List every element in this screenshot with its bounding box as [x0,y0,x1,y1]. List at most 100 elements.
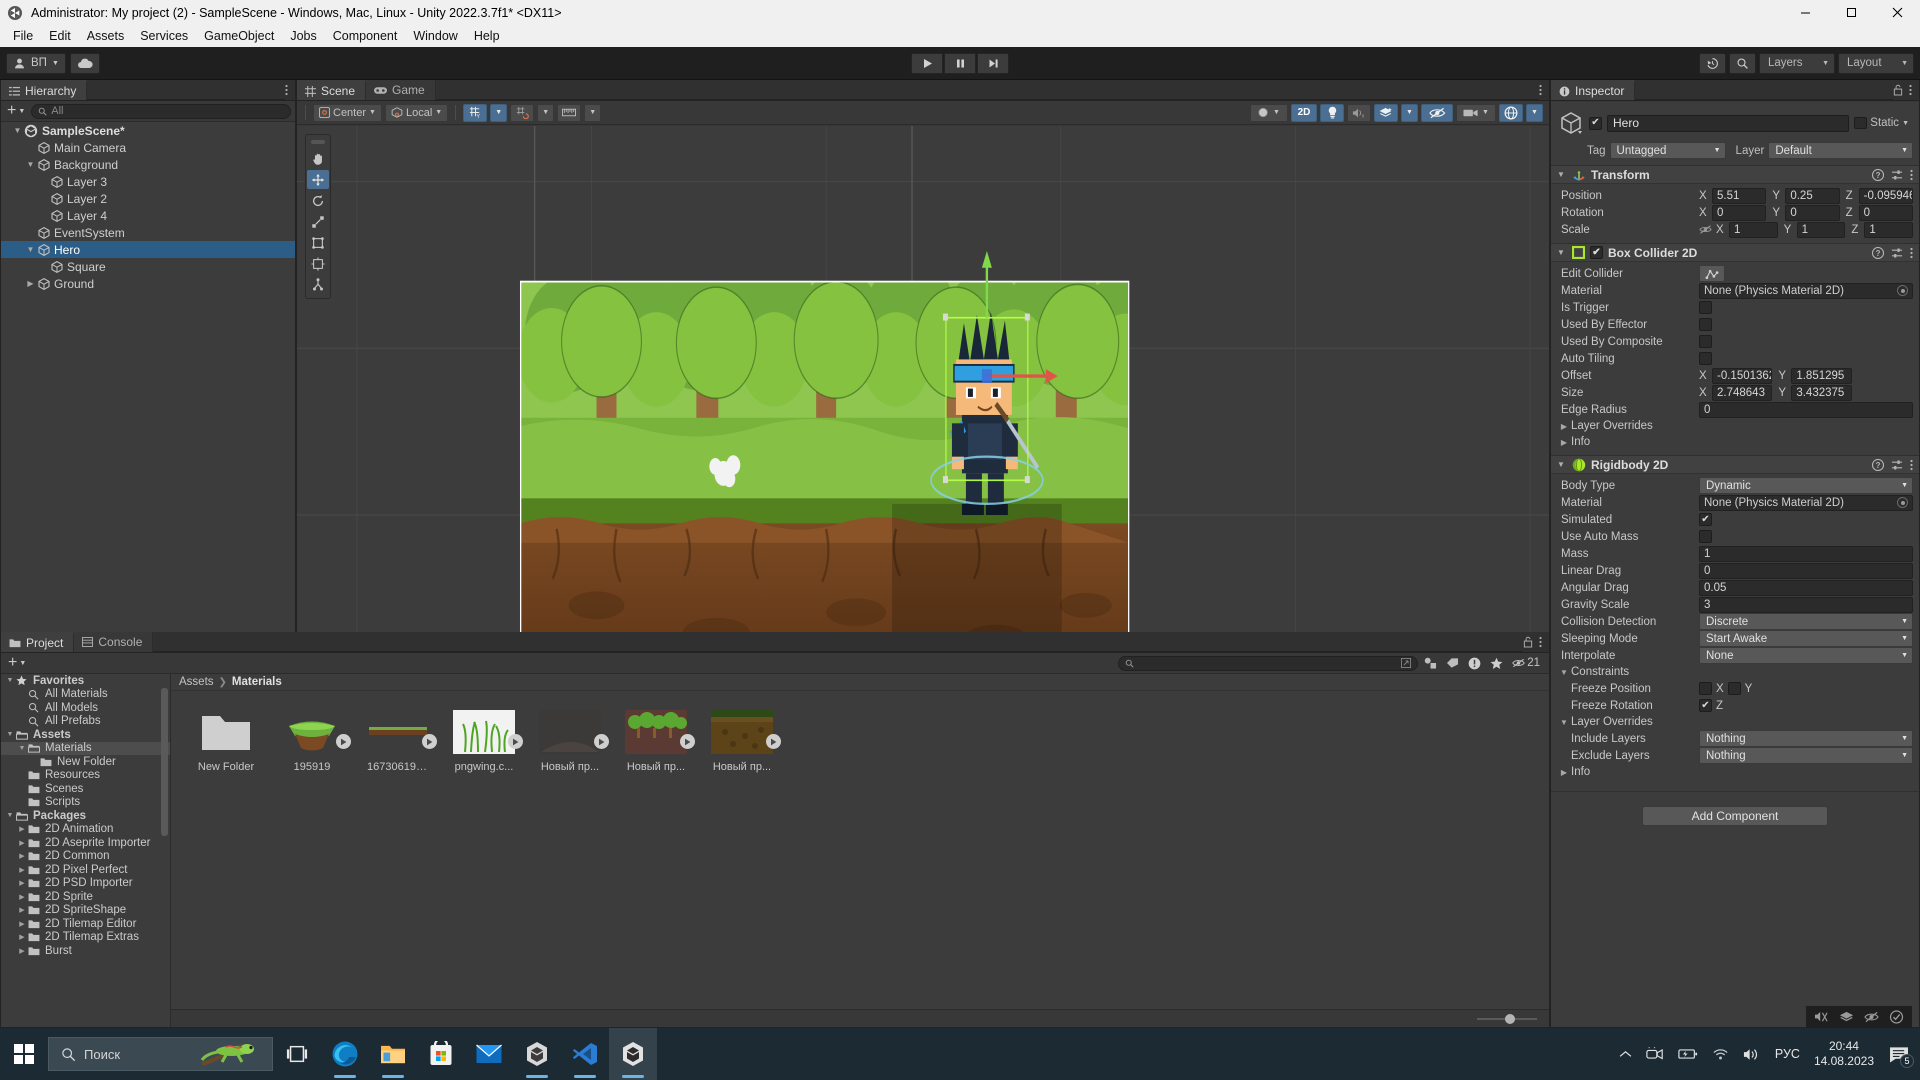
project-tree-item-2d-tilemap-editor[interactable]: ▶ 2D Tilemap Editor [1,917,170,931]
scene-lighting-toggle[interactable] [1320,103,1344,122]
custom-tool-button[interactable] [307,275,329,294]
create-gameobject-button[interactable]: + ▼ [5,103,27,119]
text-input[interactable]: 3 [1699,596,1913,613]
project-tree-item-burst[interactable]: ▶ Burst [1,944,170,958]
expand-arrow[interactable]: ▶ [16,852,28,860]
vscode-taskbar-icon[interactable] [561,1028,609,1080]
project-tree-item-2d-pixel-perfect[interactable]: ▶ 2D Pixel Perfect [1,863,170,877]
search-button[interactable] [1729,52,1756,74]
project-tree-item-2d-aseprite-importer[interactable]: ▶ 2D Aseprite Importer [1,836,170,850]
foldout-layer-overrides[interactable]: ▶ Layer Overrides [1557,418,1913,434]
edit-collider-button[interactable] [1699,265,1725,282]
hand-tool-button[interactable] [307,149,329,168]
palette-drag-handle[interactable] [311,140,325,144]
axis-y-input[interactable]: 0 [1785,204,1840,221]
mute-audio-icon[interactable] [1814,1010,1829,1024]
expand-arrow[interactable]: ▼ [4,677,16,684]
component-header-rigidbody-2d[interactable]: ▼ Rigidbody 2D ? [1551,455,1919,474]
hierarchy-item-square[interactable]: Square [1,258,295,275]
expand-arrow[interactable]: ▼ [11,126,24,135]
axis-z-input[interactable]: -0.0959460 [1858,187,1913,204]
dropdown[interactable]: Discrete ▼ [1699,613,1913,630]
transform-tool-button[interactable] [307,254,329,273]
axis-x-input[interactable]: -0.1501362 [1712,367,1773,384]
menu-gameobject[interactable]: GameObject [196,27,282,45]
tab-inspector[interactable]: Inspector [1551,80,1636,100]
expand-arrow[interactable]: ▼ [24,245,37,254]
expand-arrow[interactable]: ▶ [16,839,28,847]
play-preview-badge[interactable] [766,734,781,749]
foldout-constraints[interactable]: ▼ Constraints [1557,664,1913,680]
notification-center-button[interactable]: 5 [1888,1043,1914,1068]
camera-settings-button[interactable]: ▼ [1456,103,1496,122]
hidden-objects-icon[interactable] [1864,1010,1879,1024]
expand-arrow[interactable]: ▼ [4,812,16,819]
task-view-button[interactable] [273,1028,321,1080]
breadcrumb-materials[interactable]: Materials [232,676,282,688]
expand-arrow[interactable]: ▶ [16,866,28,874]
axis-z-input[interactable]: 1 [1864,221,1914,238]
layer-dropdown[interactable]: Default ▼ [1768,142,1913,159]
rect-tool-button[interactable] [307,233,329,252]
hierarchy-search-input[interactable]: All [31,103,291,119]
account-button[interactable]: ВП ▼ [6,52,66,74]
hierarchy-item-eventsystem[interactable]: EventSystem [1,224,295,241]
object-picker-icon[interactable] [1897,497,1908,508]
thumbnail-size-slider[interactable] [1477,1013,1537,1024]
expand-arrow[interactable]: ▼ [16,745,28,752]
component-foldout[interactable]: ▼ [1557,248,1567,257]
project-tree-item-all-materials[interactable]: All Materials [1,688,170,702]
play-preview-badge[interactable] [508,734,523,749]
dropdown[interactable]: Start Awake ▼ [1699,630,1913,647]
undo-history-button[interactable] [1699,52,1726,74]
dropdown[interactable]: Nothing ▼ [1699,730,1913,747]
breadcrumb-assets[interactable]: Assets [179,676,214,688]
layers-stack-icon[interactable] [1839,1010,1854,1024]
play-preview-badge[interactable] [680,734,695,749]
expand-arrow[interactable]: ▼ [24,160,37,169]
help-icon[interactable]: ? [1872,458,1884,471]
expand-arrow[interactable]: ▶ [24,279,37,288]
help-icon[interactable]: ? [1872,168,1884,181]
inspector-tab-menu[interactable] [1893,80,1919,100]
project-tree-scrollbar[interactable] [160,676,169,1025]
component-enabled-checkbox[interactable] [1590,246,1603,259]
play-button[interactable] [911,52,943,74]
volume-icon[interactable] [1743,1047,1761,1062]
project-tree-item-all-prefabs[interactable]: All Prefabs [1,715,170,729]
freeze-position-y-checkbox[interactable] [1727,682,1741,695]
project-tree-item-2d-common[interactable]: ▶ 2D Common [1,850,170,864]
minimize-button[interactable] [1782,0,1828,25]
hierarchy-item-background[interactable]: ▼ Background [1,156,295,173]
text-input[interactable]: 1 [1699,545,1913,562]
axis-x-input[interactable]: 0 [1712,204,1767,221]
menu-window[interactable]: Window [405,27,465,45]
expand-arrow[interactable]: ▶ [16,933,28,941]
text-input[interactable]: 0 [1699,401,1913,418]
foldout-info[interactable]: ▶ Info [1557,434,1913,450]
freeze-position-x-checkbox[interactable] [1699,682,1712,695]
preset-icon[interactable] [1891,169,1903,181]
scene-fx-toggle[interactable] [1374,103,1398,122]
component-foldout[interactable]: ▼ [1557,460,1567,469]
kebab-menu-icon[interactable] [1910,169,1913,181]
help-icon[interactable]: ? [1872,246,1884,259]
project-tree-item-new-folder[interactable]: New Folder [1,755,170,769]
add-component-button[interactable]: Add Component [1642,806,1828,826]
start-button[interactable] [0,1028,48,1080]
gameobject-name-input[interactable]: Hero [1607,114,1850,132]
freeze-rotation-z-checkbox[interactable] [1699,699,1712,712]
project-tree-item-scripts[interactable]: Scripts [1,796,170,810]
object-field[interactable]: None (Physics Material 2D) [1699,494,1913,511]
star-icon[interactable] [1490,657,1503,670]
tab-game[interactable]: Game [366,80,436,100]
mail-taskbar-icon[interactable] [465,1028,513,1080]
gizmos-toggle[interactable] [1499,103,1523,122]
kebab-menu-icon[interactable] [1910,247,1913,259]
gizmos-dropdown[interactable]: ▼ [1526,103,1543,122]
text-input[interactable]: 0 [1699,562,1913,579]
axis-x-input[interactable]: 5.51 [1712,187,1767,204]
ruler-dropdown[interactable]: ▼ [584,103,602,122]
axis-y-input[interactable]: 1 [1796,221,1846,238]
axis-x-input[interactable]: 1 [1729,221,1778,238]
